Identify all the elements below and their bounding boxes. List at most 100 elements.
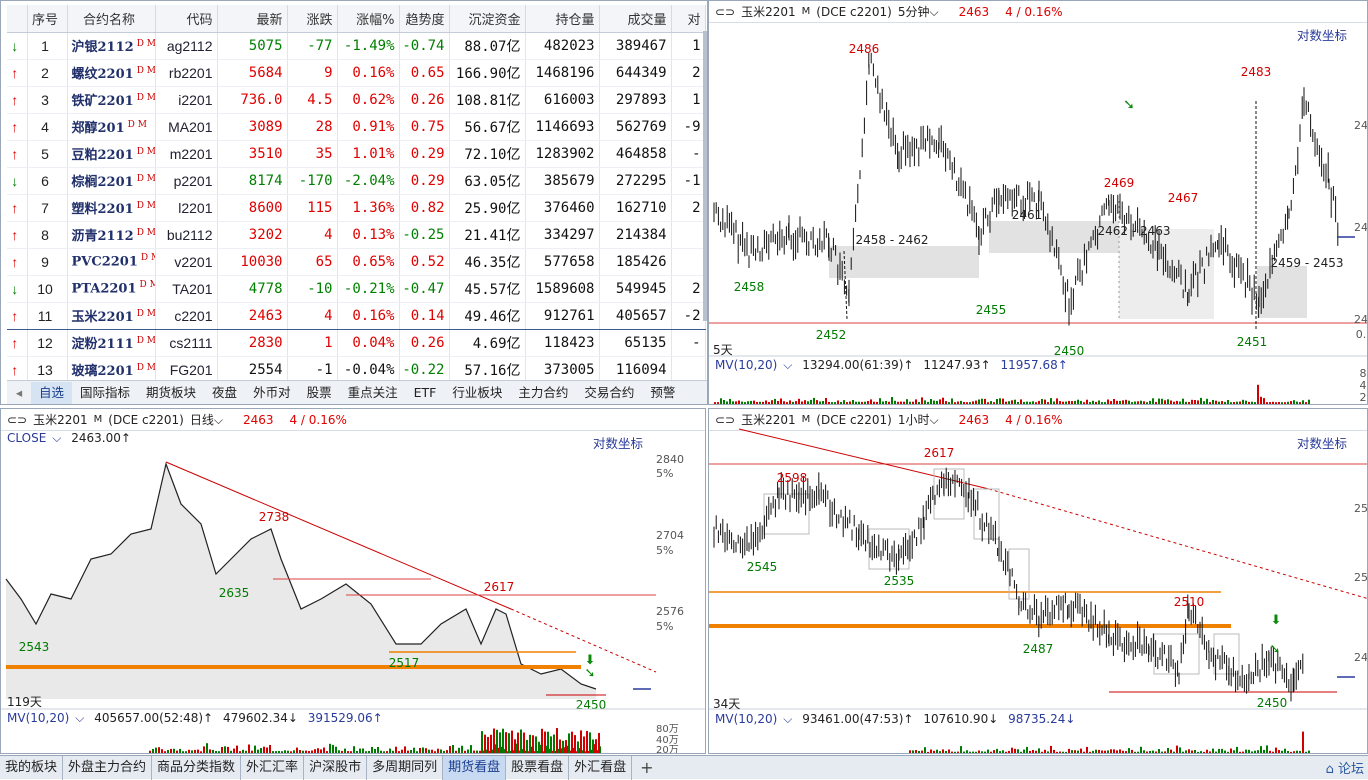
chart-1hour-canvas[interactable]: 2617 2598 2545 2535 2510 2487 2450 ⬇ ➘ 25 25 24 bbox=[709, 409, 1368, 754]
volume-bar bbox=[795, 401, 797, 404]
volume-bar bbox=[1089, 402, 1091, 404]
cell-name: 沥青2112 D M bbox=[67, 221, 156, 249]
volume-bar bbox=[960, 400, 962, 404]
quote-tab[interactable]: 自选 bbox=[31, 381, 73, 404]
bottom-tab[interactable]: 商品分类指数 bbox=[152, 755, 242, 780]
volume-bar bbox=[750, 400, 752, 404]
bottom-tab[interactable]: 沪深股市 bbox=[304, 755, 368, 780]
volume-bar bbox=[768, 402, 770, 404]
header-extra[interactable]: 对 bbox=[671, 5, 706, 33]
quote-row[interactable]: ↑ 8 沥青2112 D Mbu2112 3202 4 0.13% -0.25 21.41亿 33… bbox=[7, 221, 706, 249]
arrow-up-icon: ↑ bbox=[7, 113, 28, 141]
quote-row[interactable]: ↑ 12 淀粉2111 D Mcs2111 2830 1 0.04% 0.26 4.69亿 118… bbox=[7, 329, 706, 357]
quote-tab[interactable]: 重点关注 bbox=[340, 382, 406, 404]
volume-bar bbox=[595, 739, 597, 753]
volume-bar bbox=[948, 749, 950, 753]
chart-5min-panel[interactable]: ⊂⊃ 玉米2201 M (DCE c2201) 5分钟⌵ 2463 4 / 0.1… bbox=[708, 0, 1368, 405]
header-last[interactable]: 最新 bbox=[217, 5, 288, 33]
quote-tab[interactable]: 国际指标 bbox=[72, 382, 138, 404]
volume-bar bbox=[1263, 398, 1265, 404]
volume-bar bbox=[1044, 399, 1046, 404]
bottom-tab[interactable]: 股票看盘 bbox=[506, 755, 570, 780]
header-change[interactable]: 涨跌 bbox=[287, 5, 338, 33]
quote-row[interactable]: ↑ 7 塑料2201 D Ml2201 8600 115 1.36% 0.82 25.90亿 37… bbox=[7, 194, 706, 222]
mv-select[interactable]: MV(10,20) ⌵ bbox=[715, 358, 792, 372]
tabs-prev-icon[interactable]: ◂ bbox=[7, 385, 31, 400]
bottom-tab[interactable]: 多周期同列 bbox=[367, 755, 444, 780]
volume-bar bbox=[900, 401, 902, 404]
header-trend[interactable]: 趋势度 bbox=[399, 5, 450, 33]
axis-label: 24 bbox=[1354, 119, 1368, 132]
volume-bar bbox=[1176, 745, 1178, 753]
cell-volume: 389467 bbox=[599, 32, 672, 60]
header-oi[interactable]: 持仓量 bbox=[525, 5, 600, 33]
quote-tab[interactable]: 外币对 bbox=[245, 382, 299, 404]
volume-bar bbox=[1026, 401, 1028, 404]
volume-bar bbox=[215, 751, 217, 753]
volume-bar bbox=[227, 746, 229, 753]
volume-bar bbox=[1197, 400, 1199, 404]
arrow-up-icon: ↑ bbox=[7, 140, 28, 168]
cell-no: 13 bbox=[27, 356, 68, 384]
cell-no: 8 bbox=[27, 221, 68, 249]
volume-bar bbox=[981, 751, 983, 753]
chart-5min-canvas[interactable]: 2486245824522458 - 246224552461246924502… bbox=[709, 1, 1368, 405]
quote-tab[interactable]: 夜盘 bbox=[204, 382, 245, 404]
volume-bar bbox=[1167, 748, 1169, 753]
volume-bar bbox=[266, 747, 268, 753]
volume-bar bbox=[1134, 401, 1136, 404]
cell-name: 棕榈2201 D M bbox=[67, 167, 156, 195]
quote-tab[interactable]: 行业板块 bbox=[444, 382, 510, 404]
quote-row[interactable]: ↑ 5 豆粕2201 D Mm2201 3510 35 1.01% 0.29 72.10亿 128… bbox=[7, 140, 706, 168]
volume-bar bbox=[1188, 749, 1190, 753]
chart-daily-canvas[interactable]: 273826352543261725172450⬇➘28405%27045%25… bbox=[1, 409, 706, 754]
volume-bar bbox=[1170, 749, 1172, 753]
quote-row[interactable]: ↑ 2 螺纹2201 D Mrb2201 5684 9 0.16% 0.65 166.90亿 14… bbox=[7, 59, 706, 87]
bottom-tab[interactable]: 外汇看盘 bbox=[569, 755, 633, 780]
quote-tab[interactable]: 期货板块 bbox=[138, 382, 204, 404]
quote-row[interactable]: ↑ 4 郑醇201 D M MA201 3089 28 0.91% 0.75 56.67亿 1146… bbox=[7, 113, 706, 141]
volume-bar bbox=[1263, 749, 1265, 753]
quote-row[interactable]: ↓ 1 沪银2112 D Mag2112 5075 -77 -1.49% -0.74 88.07… bbox=[7, 32, 706, 60]
forum-link[interactable]: ⌂ 论坛 bbox=[1326, 758, 1368, 777]
mv-select[interactable]: MV(10,20) ⌵ bbox=[7, 711, 84, 725]
bottom-tab[interactable]: 外盘主力合约 bbox=[63, 755, 153, 780]
quote-tab[interactable]: 股票 bbox=[299, 382, 340, 404]
volume-bar bbox=[1302, 400, 1304, 404]
chart-daily-panel[interactable]: ⊂⊃ 玉米2201 M (DCE c2201) 日线⌵ 2463 4 / 0.16… bbox=[0, 408, 706, 754]
chart-1hour-panel[interactable]: ⊂⊃ 玉米2201 M (DCE c2201) 1小时⌵ 2463 4 / 0.1… bbox=[708, 408, 1368, 754]
add-tab-icon[interactable]: + bbox=[632, 758, 661, 777]
quote-row[interactable]: ↓ 6 棕榈2201 D Mp2201 8174 -170 -2.04% 0.29 63.05亿… bbox=[7, 167, 706, 195]
cell-code: rb2201 bbox=[155, 59, 218, 87]
header-no[interactable]: 序号 bbox=[27, 5, 68, 33]
volume-bar bbox=[1212, 400, 1214, 404]
header-volume[interactable]: 成交量 bbox=[599, 5, 672, 33]
header-name[interactable]: 合约名称 bbox=[67, 5, 156, 33]
bottom-tab[interactable]: 期货看盘 bbox=[443, 755, 507, 780]
header-pct[interactable]: 涨幅% bbox=[337, 5, 400, 33]
quote-tab[interactable]: 主力合约 bbox=[510, 382, 576, 404]
bottom-tab[interactable]: 外汇汇率 bbox=[241, 755, 305, 780]
price-label: 2455 bbox=[976, 303, 1007, 317]
quote-tab[interactable]: 预警 bbox=[642, 382, 683, 404]
quote-row[interactable]: ↑ 13 玻璃2201 D M FG201 2554 -1 -0.04% -0.22 57.16亿… bbox=[7, 356, 706, 384]
mv-select[interactable]: MV(10,20) ⌵ bbox=[715, 712, 792, 726]
volume-bar bbox=[897, 401, 899, 404]
cell-oi: 577658 bbox=[525, 248, 600, 276]
quote-row[interactable]: ↓10PTA2201D MTA2014778-10-0.21%-0.4745.5… bbox=[7, 275, 706, 303]
header-fund[interactable]: 沉淀资金 bbox=[449, 5, 526, 33]
quote-row[interactable]: ↑ 11 玉米2201 D Mc2201 2463 4 0.16% 0.14 49.46亿 912… bbox=[7, 301, 706, 330]
volume-bar bbox=[846, 402, 848, 404]
volume-bar bbox=[167, 750, 169, 753]
quote-row[interactable]: ↑9PVC2201D Mv220110030650.65%0.5246.35亿5… bbox=[7, 248, 706, 276]
bottom-tab[interactable]: 我的板块 bbox=[0, 755, 64, 780]
quote-tab[interactable]: ETF bbox=[406, 382, 445, 404]
volume-bar bbox=[1185, 750, 1187, 753]
quote-row[interactable]: ↑ 3 铁矿2201 D Mi2201 736.0 4.5 0.62% 0.26 108.81亿… bbox=[7, 86, 706, 114]
volume-bar bbox=[939, 399, 941, 404]
volume-bar bbox=[759, 401, 761, 404]
volume-bar bbox=[440, 749, 442, 753]
vertical-scrollbar[interactable] bbox=[703, 31, 707, 321]
header-code[interactable]: 代码 bbox=[155, 5, 218, 33]
quote-tab[interactable]: 交易合约 bbox=[576, 382, 642, 404]
